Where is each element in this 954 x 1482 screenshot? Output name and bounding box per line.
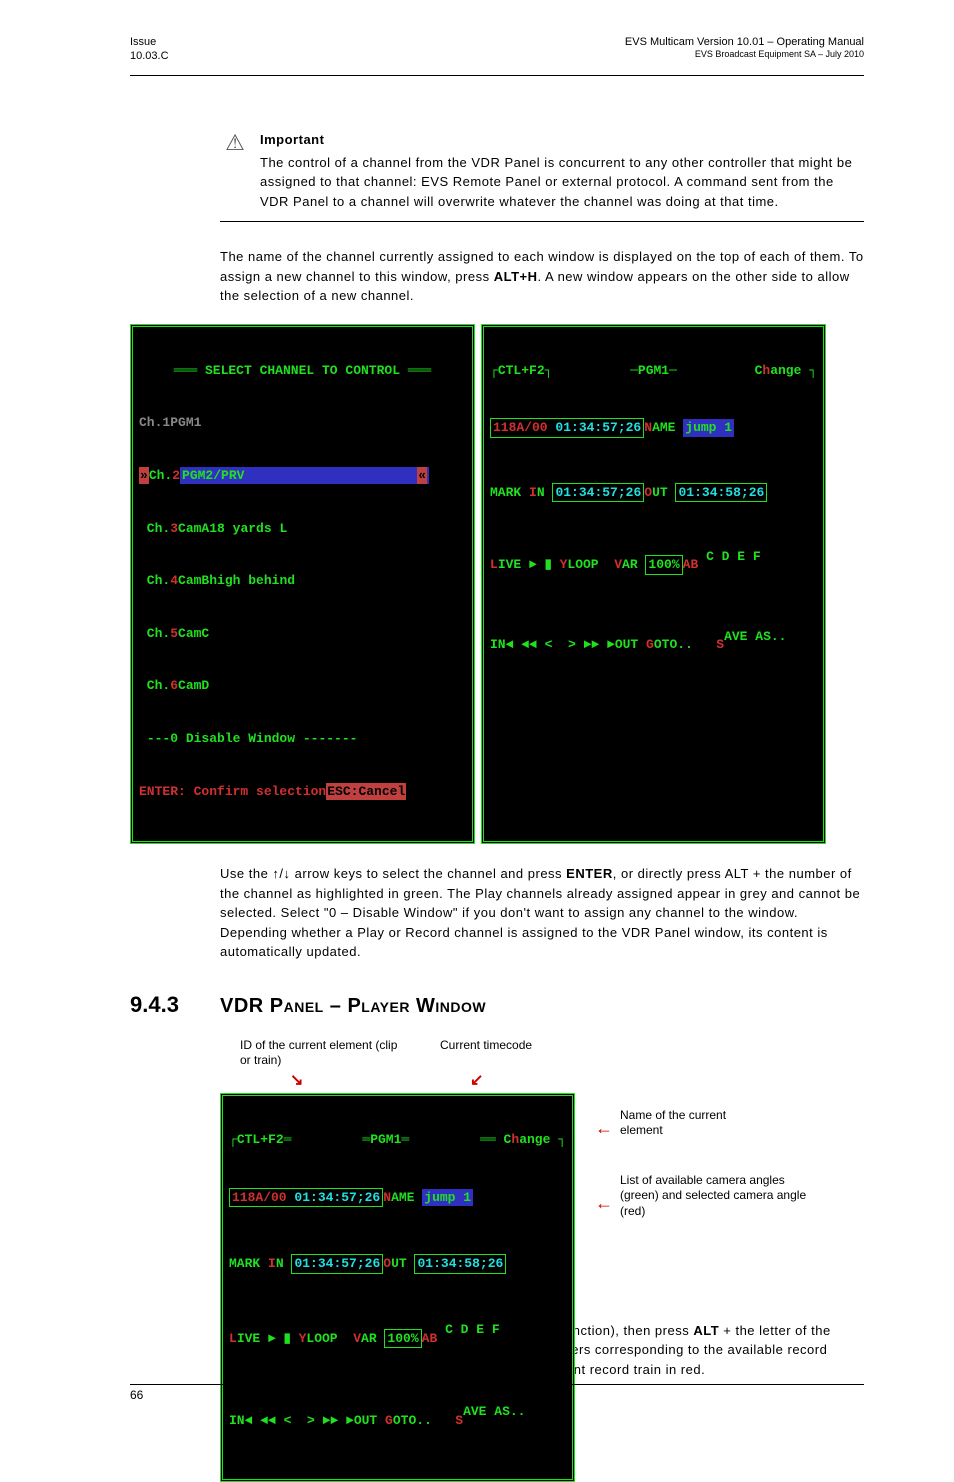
issue-value: 10.03.C [130, 49, 169, 63]
issue-label: Issue [130, 35, 169, 49]
annotation-name: Name of the current element [620, 1108, 760, 1139]
channel-row-selected[interactable]: »Ch.2 PGM2/PRV« [139, 467, 466, 485]
transport-row[interactable]: IN◄ ◄◄ < > ►► ►OUT GOTO.. SAVE AS.. [490, 628, 817, 663]
mark-out-value[interactable]: 01:34:58;26 [675, 483, 767, 503]
channel-row[interactable]: Ch.3 CamA 18 yards L [139, 520, 466, 538]
disable-window-row[interactable]: ---0 Disable Window ------- [139, 730, 466, 748]
callout-body: The control of a channel from the VDR Pa… [260, 153, 864, 212]
annotation-tc: Current timecode [440, 1038, 532, 1054]
vdr-panel-figure: ┌CTL+F2═ ═PGM1═ ══ Change ┐ 118A/00 01:3… [220, 1093, 575, 1482]
channel-row[interactable]: Ch.4 CamB high behind [139, 572, 466, 590]
important-callout: ⚠ Important The control of a channel fro… [220, 130, 864, 222]
arrow-icon: ↘ [290, 1070, 303, 1090]
page-number: 66 [130, 1384, 864, 1402]
current-timecode: 01:34:57;26 [555, 420, 641, 435]
channel-row[interactable]: Ch.1 PGM1 [139, 414, 466, 432]
clip-id: 118A/00 [493, 420, 548, 435]
section-number: 9.4.3 [130, 992, 220, 1018]
kbd-alt-h: ALT+H [494, 269, 538, 284]
callout-title: Important [260, 130, 864, 150]
section-heading: 9.4.3 VDR Panel – Player Window [130, 992, 864, 1018]
arrow-icon: ↙ [470, 1070, 483, 1090]
section-title: VDR Panel – Player Window [220, 995, 486, 1018]
paragraph-1: The name of the channel currently assign… [220, 247, 864, 306]
header-left: Issue 10.03.C [130, 35, 169, 64]
warning-icon: ⚠ [220, 130, 250, 211]
cancel-button[interactable]: ESC:Cancel [326, 783, 406, 801]
channel-row[interactable]: Ch.5 CamC [139, 625, 466, 643]
header-title: EVS Multicam Version 10.01 – Operating M… [625, 35, 864, 49]
arrow-icon: ← [595, 1193, 613, 1214]
channel-row[interactable]: Ch.6 CamD [139, 677, 466, 695]
select-panel-title: SELECT CHANNEL TO CONTROL [205, 363, 400, 378]
vdr-channel: PGM1 [638, 363, 669, 378]
annotation-angles: List of available camera angles (green) … [620, 1173, 820, 1220]
clip-name-input[interactable]: jump 1 [683, 419, 734, 437]
paragraph-2: Use the ↑/↓ arrow keys to select the cha… [220, 864, 864, 962]
confirm-row: ENTER: Confirm selection ESC:Cancel [139, 783, 466, 801]
arrow-icon: ← [595, 1118, 613, 1139]
mark-in-value[interactable]: 01:34:57;26 [552, 483, 644, 503]
kbd-enter: ENTER [566, 866, 613, 881]
select-channel-panel: ═══ SELECT CHANNEL TO CONTROL ═══ Ch.1 P… [130, 324, 475, 845]
terminal-row: ═══ SELECT CHANNEL TO CONTROL ═══ Ch.1 P… [130, 324, 864, 845]
kbd-alt: ALT [693, 1323, 719, 1338]
page: Issue 10.03.C EVS Multicam Version 10.01… [0, 0, 954, 1437]
annotated-figure: ID of the current element (clip or train… [220, 1038, 864, 1268]
header-rule [130, 75, 864, 76]
header-right: EVS Multicam Version 10.01 – Operating M… [625, 35, 864, 61]
annotation-id: ID of the current element (clip or train… [240, 1038, 410, 1069]
vdr-hotkey: CTL+F2 [498, 363, 545, 378]
vdr-panel: ┌CTL+F2┐ ─PGM1─ Change ┐ 118A/00 01:34:5… [481, 324, 826, 845]
header-subtitle: EVS Broadcast Equipment SA – July 2010 [625, 49, 864, 61]
